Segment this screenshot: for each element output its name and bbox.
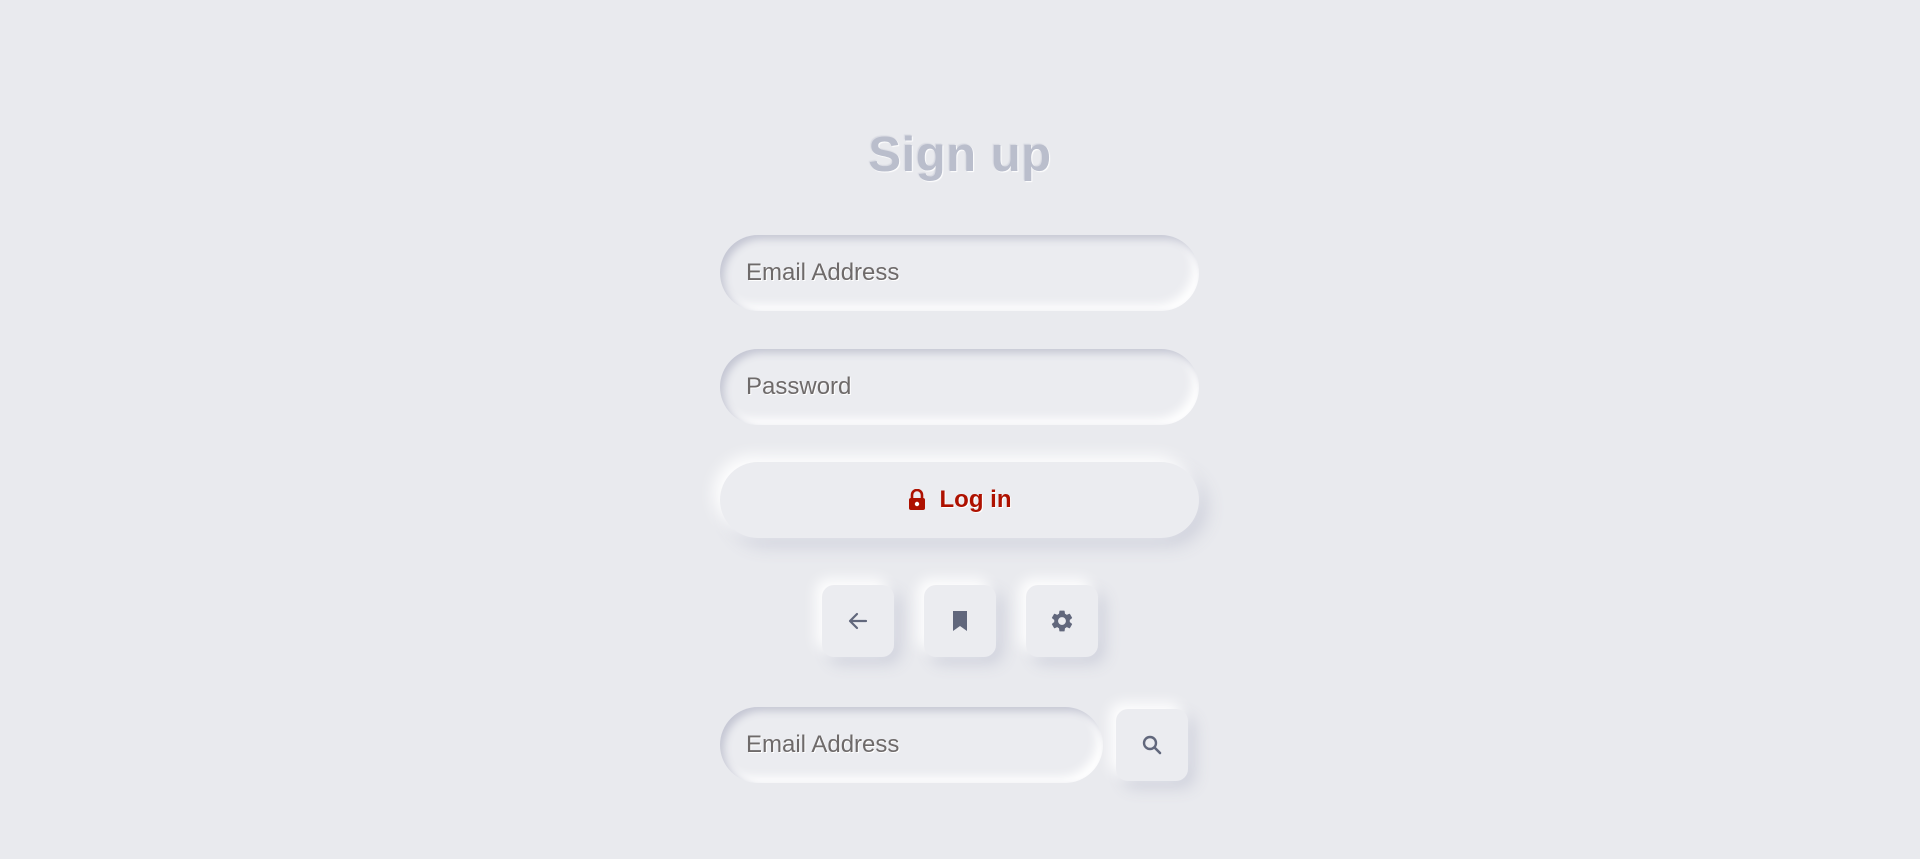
settings-button[interactable] xyxy=(1026,585,1098,657)
password-input[interactable] xyxy=(744,372,1199,402)
search-field-wrapper xyxy=(720,707,1103,783)
gear-icon xyxy=(1049,608,1075,634)
password-field-wrapper xyxy=(720,349,1199,425)
login-button[interactable]: Log in xyxy=(720,462,1199,538)
search-icon xyxy=(1140,733,1164,757)
search-button[interactable] xyxy=(1116,709,1188,781)
back-button[interactable] xyxy=(822,585,894,657)
search-input[interactable] xyxy=(744,730,1103,760)
email-field-wrapper xyxy=(720,235,1199,311)
arrow-left-icon xyxy=(847,610,869,632)
email-input[interactable] xyxy=(744,258,1199,288)
login-button-label: Log in xyxy=(939,486,1012,513)
page-title: Sign up xyxy=(868,127,1052,182)
bookmark-icon xyxy=(951,609,969,633)
lock-icon xyxy=(908,489,926,511)
bookmark-button[interactable] xyxy=(924,585,996,657)
